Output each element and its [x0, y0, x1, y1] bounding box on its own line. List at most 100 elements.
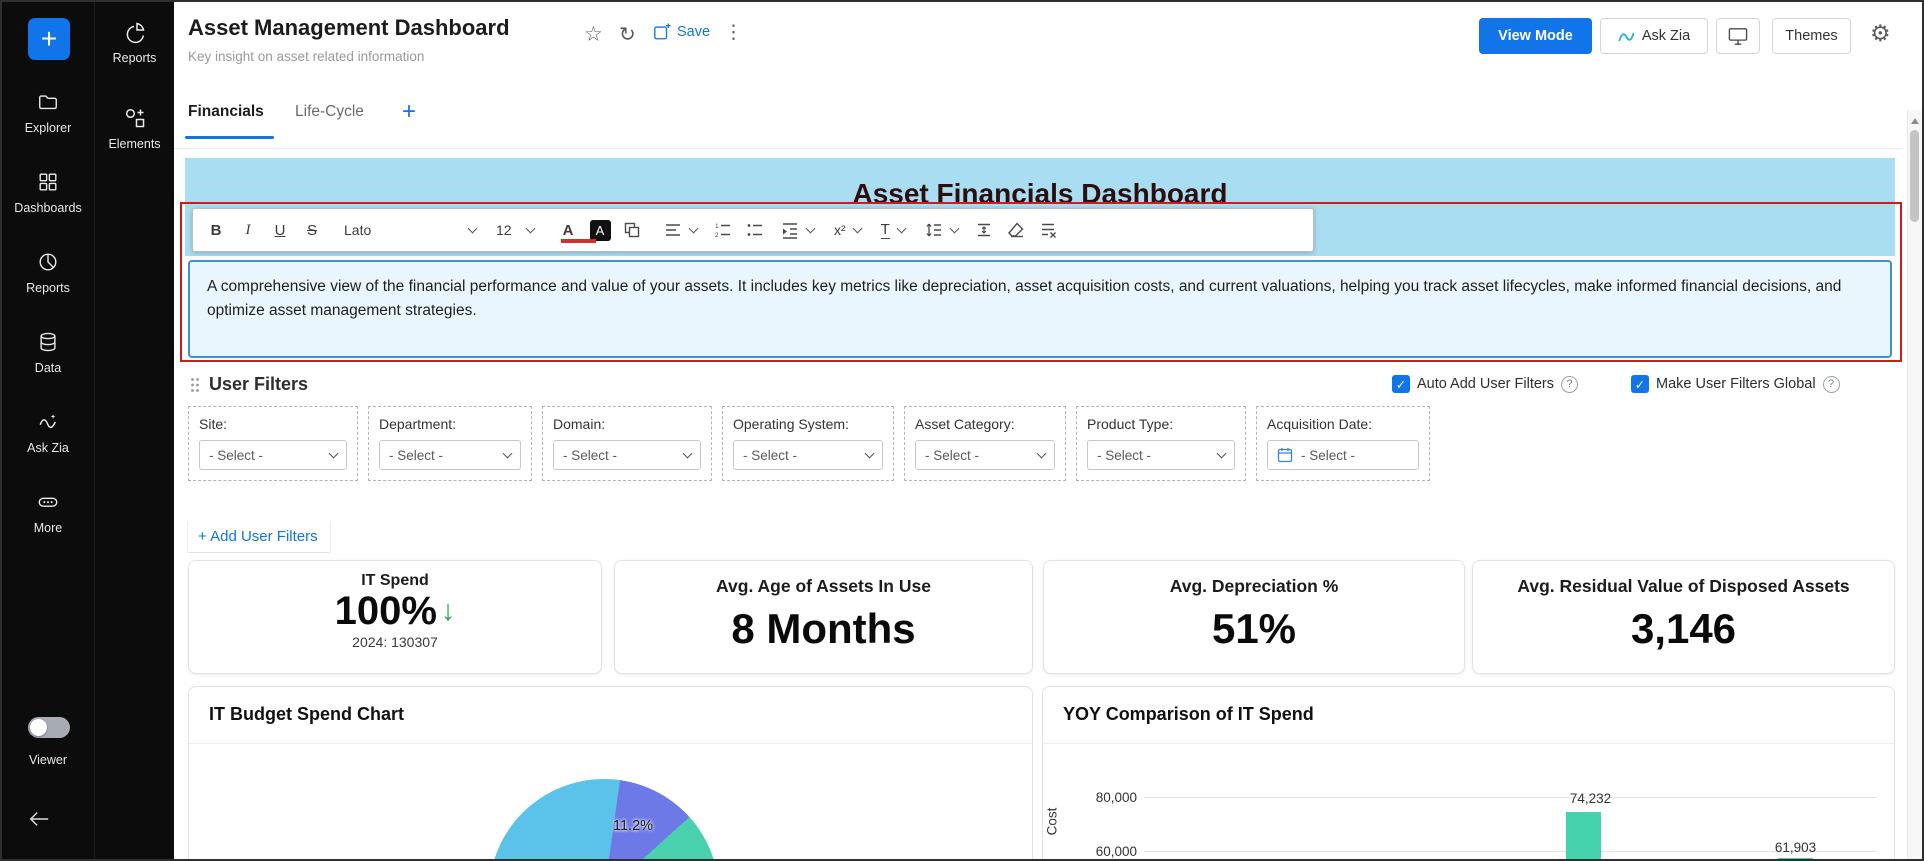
elements-shapes-icon — [123, 106, 147, 130]
collapse-sidebar-icon[interactable] — [28, 810, 50, 828]
underline-button[interactable]: U — [265, 215, 295, 245]
filter-field-asset-category: Asset Category: - Select - — [904, 406, 1066, 481]
align-lines-icon — [664, 221, 682, 239]
remove-style-button[interactable] — [1033, 215, 1063, 245]
refresh-icon[interactable]: ↻ — [619, 22, 636, 47]
kpi-card-it-spend[interactable]: IT Spend 100% ↓ 2024: 130307 — [188, 560, 602, 674]
sidebar-item-data[interactable]: Data — [2, 330, 94, 375]
help-icon[interactable]: ? — [1561, 376, 1578, 393]
fill-color-icon — [623, 221, 641, 239]
ask-zia-button[interactable]: Ask Zia — [1600, 18, 1708, 54]
department-select[interactable]: - Select - — [379, 440, 521, 470]
checkbox-checked-icon: ✓ — [1631, 375, 1649, 393]
drag-handle-icon[interactable] — [190, 377, 200, 393]
gridline — [1144, 797, 1877, 798]
viewer-mode-toggle[interactable] — [28, 717, 70, 738]
chevron-down-icon — [503, 448, 513, 458]
themes-button[interactable]: Themes — [1772, 18, 1851, 54]
panel-item-label: Elements — [108, 137, 160, 151]
filter-label: Product Type: — [1087, 416, 1235, 432]
asset-category-select[interactable]: - Select - — [915, 440, 1055, 470]
sidebar-item-label: Data — [35, 361, 61, 375]
filter-field-product-type: Product Type: - Select - — [1076, 406, 1246, 481]
italic-button[interactable]: I — [233, 215, 263, 245]
kpi-title: Avg. Age of Assets In Use — [716, 576, 931, 597]
description-text-editor[interactable]: A comprehensive view of the financial pe… — [188, 260, 1892, 358]
text-transform-glyph: T — [881, 221, 890, 239]
filter-label: Department: — [379, 416, 521, 432]
strikethrough-button[interactable]: S — [297, 215, 327, 245]
paragraph-spacing-button[interactable] — [969, 215, 999, 245]
kpi-footer: 2024: 130307 — [352, 634, 438, 650]
kpi-card-avg-age[interactable]: Avg. Age of Assets In Use 8 Months — [614, 560, 1033, 674]
align-dropdown[interactable] — [655, 215, 706, 245]
make-user-filters-global-checkbox[interactable]: ✓ Make User Filters Global ? — [1631, 375, 1840, 393]
sidebar-item-reports[interactable]: Reports — [2, 250, 94, 295]
site-select[interactable]: - Select - — [199, 440, 347, 470]
help-icon[interactable]: ? — [1823, 376, 1840, 393]
add-user-filters-link[interactable]: + Add User Filters — [188, 522, 330, 552]
create-new-button[interactable]: + — [28, 18, 70, 60]
pie-chart-icon — [123, 20, 147, 44]
acquisition-date-picker[interactable]: - Select - — [1267, 440, 1419, 470]
vertical-scrollbar-thumb[interactable] — [1910, 130, 1919, 222]
view-mode-label: View Mode — [1498, 28, 1573, 44]
favorite-star-icon[interactable]: ☆ — [584, 22, 603, 47]
add-tab-button[interactable]: + — [402, 98, 416, 126]
view-mode-button[interactable]: View Mode — [1479, 18, 1592, 54]
sidebar-item-label: Reports — [26, 281, 70, 295]
auto-add-user-filters-checkbox[interactable]: ✓ Auto Add User Filters ? — [1392, 375, 1578, 393]
chevron-down-icon — [949, 223, 959, 233]
superscript-dropdown[interactable]: x² — [825, 215, 870, 245]
bold-button[interactable]: B — [201, 215, 231, 245]
text-transform-dropdown[interactable]: T — [872, 215, 914, 245]
text-color-button[interactable]: A — [553, 215, 583, 245]
kebab-menu-icon[interactable]: ⋮ — [724, 21, 743, 44]
save-button[interactable]: Save — [653, 23, 710, 41]
product-type-select[interactable]: - Select - — [1087, 440, 1235, 470]
highlight-color-glyph: A — [590, 220, 611, 241]
select-value: - Select - — [209, 448, 263, 463]
fill-color-button[interactable] — [617, 215, 647, 245]
y-axis-title: Cost — [1044, 808, 1059, 836]
domain-select[interactable]: - Select - — [553, 440, 701, 470]
sidebar-item-more[interactable]: More — [2, 490, 94, 535]
zia-swoosh-icon — [1618, 30, 1635, 43]
vertical-scrollbar-track[interactable] — [1907, 110, 1922, 859]
chevron-down-icon — [806, 223, 816, 233]
sidebar-item-explorer[interactable]: Explorer — [2, 90, 94, 135]
presentation-button[interactable] — [1716, 18, 1760, 54]
ordered-list-button[interactable]: 12 — [708, 215, 738, 245]
operating-system-select[interactable]: - Select - — [733, 440, 883, 470]
pie-slice-label: 11.2% — [613, 818, 653, 834]
kpi-value: 3,146 — [1631, 605, 1736, 653]
indent-dropdown[interactable] — [772, 215, 823, 245]
filter-field-acquisition-date: Acquisition Date: - Select - — [1256, 406, 1430, 481]
panel-item-reports[interactable]: Reports — [95, 20, 174, 65]
widget-yoy-it-spend-chart[interactable]: YOY Comparison of IT Spend — [1042, 686, 1895, 861]
user-filters-header: User Filters — [190, 374, 308, 395]
clear-format-button[interactable] — [1001, 215, 1031, 245]
svg-text:1: 1 — [715, 223, 719, 230]
line-spacing-dropdown[interactable] — [916, 215, 967, 245]
kpi-card-avg-depreciation[interactable]: Avg. Depreciation % 51% — [1043, 560, 1465, 674]
filter-label: Site: — [199, 416, 347, 432]
checkbox-label: Auto Add User Filters — [1417, 376, 1554, 392]
font-family-dropdown[interactable]: Lato — [335, 215, 485, 245]
panel-divider — [189, 743, 1032, 744]
scrollbar-up-arrow[interactable] — [1911, 118, 1919, 124]
sidebar-item-dashboards[interactable]: Dashboards — [2, 170, 94, 215]
filter-label: Acquisition Date: — [1267, 416, 1419, 432]
tab-financials[interactable]: Financials — [188, 103, 264, 121]
panel-item-elements[interactable]: Elements — [95, 106, 174, 151]
sidebar-item-ask-zia[interactable]: Ask Zia — [2, 410, 94, 455]
filter-label: Operating System: — [733, 416, 883, 432]
font-size-dropdown[interactable]: 12 — [487, 215, 543, 245]
chevron-down-icon — [896, 223, 906, 233]
settings-gear-icon[interactable]: ⚙ — [1870, 20, 1891, 47]
tab-life-cycle[interactable]: Life-Cycle — [295, 103, 364, 121]
kpi-card-avg-residual-value[interactable]: Avg. Residual Value of Disposed Assets 3… — [1472, 560, 1895, 674]
unordered-list-button[interactable] — [740, 215, 770, 245]
select-value: - Select - — [1097, 448, 1151, 463]
active-tab-underline — [185, 136, 274, 139]
